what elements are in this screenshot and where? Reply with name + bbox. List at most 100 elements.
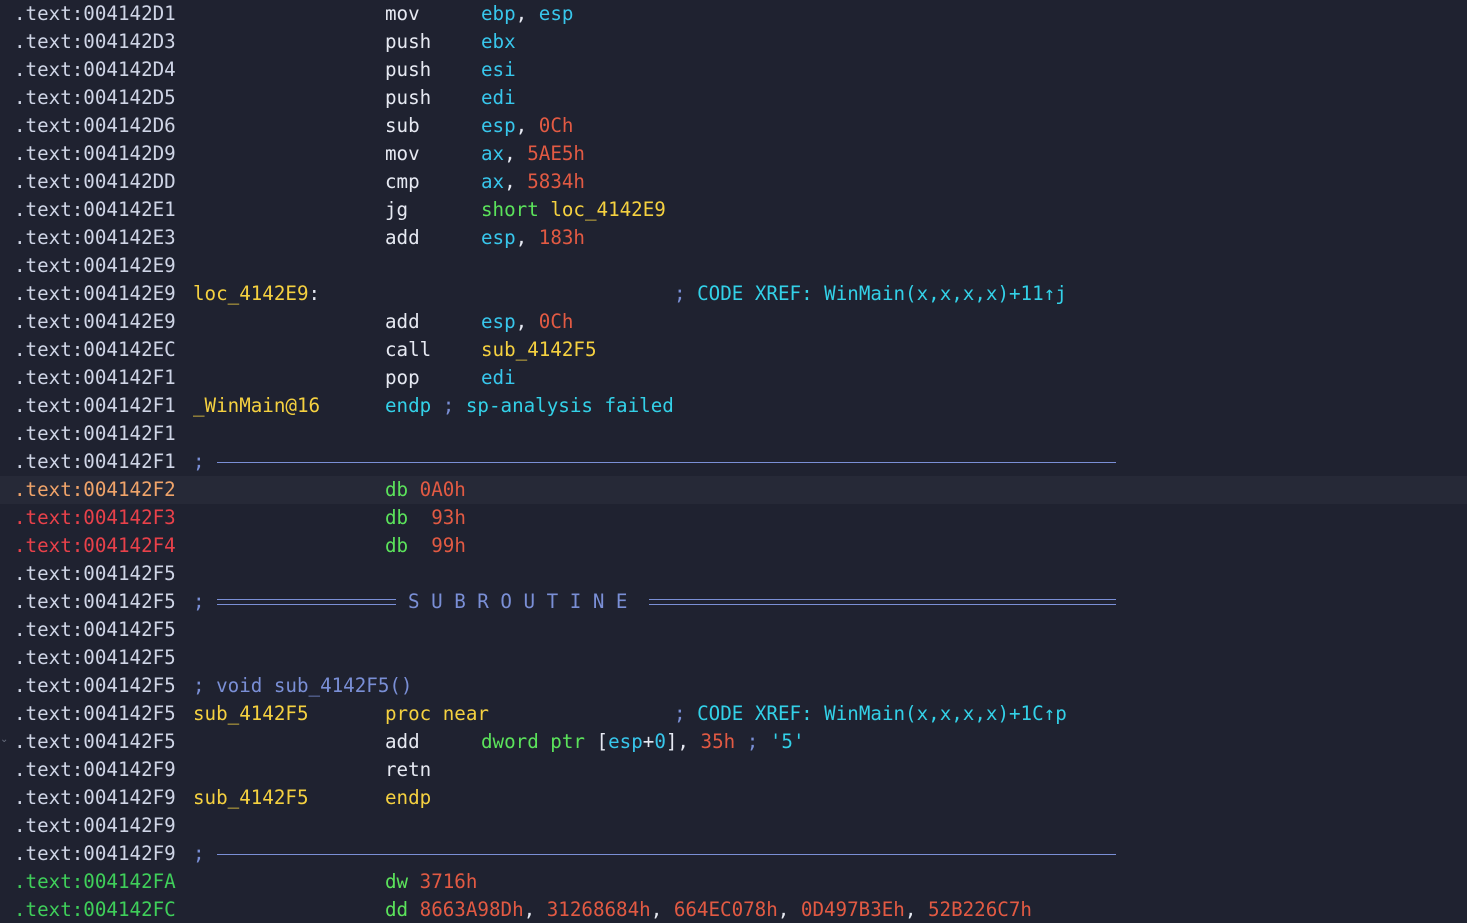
instruction-operands[interactable]: ax, 5834h <box>481 168 585 196</box>
token[interactable]: dword ptr <box>481 730 597 753</box>
token[interactable]: , <box>504 170 527 193</box>
token[interactable]: ; <box>674 282 697 305</box>
listing-line[interactable]: .text:004142D5 push edi <box>0 84 1467 112</box>
token[interactable]: , <box>516 310 539 333</box>
listing-line[interactable]: .text:004142F1 pop edi <box>0 364 1467 392</box>
listing-line[interactable]: .text:004142F9 retn <box>0 756 1467 784</box>
instruction-mnemonic[interactable]: add <box>385 728 420 756</box>
token[interactable]: 0D497B3Eh <box>801 898 905 921</box>
instruction-operands[interactable]: ebx <box>481 28 516 56</box>
token[interactable]: ebp <box>481 2 516 25</box>
token[interactable]: short <box>481 198 550 221</box>
listing-line[interactable]: .text:004142DD cmp ax, 5834h <box>0 168 1467 196</box>
instruction-mnemonic[interactable]: retn <box>385 756 431 784</box>
listing-line[interactable]: .text:004142F5; S U B R O U T I N E <box>0 588 1467 616</box>
token[interactable]: 664EC078h <box>674 898 778 921</box>
line-name[interactable]: ; void sub_4142F5() <box>193 672 413 700</box>
token[interactable]: 183h <box>539 226 585 249</box>
token[interactable]: sp-analysis failed <box>466 394 674 417</box>
token[interactable]: '5' <box>770 730 805 753</box>
token[interactable]: ], <box>666 730 701 753</box>
token[interactable]: esp <box>481 114 516 137</box>
line-address[interactable]: .text:004142D9 <box>14 140 176 168</box>
token[interactable]: endp <box>385 394 443 417</box>
instruction-mnemonic[interactable]: push <box>385 56 431 84</box>
instruction-directive[interactable]: proc near <box>385 700 489 728</box>
instruction-directive[interactable]: db 0A0h <box>385 476 466 504</box>
listing-line[interactable]: .text:004142F5 <box>0 560 1467 588</box>
chevron-down-icon[interactable]: ⌄ <box>0 735 8 745</box>
token[interactable]: , <box>504 142 527 165</box>
token[interactable]: , <box>651 898 674 921</box>
line-address[interactable]: .text:004142E9 <box>14 308 176 336</box>
token[interactable]: 8663A98Dh <box>420 898 524 921</box>
instruction-mnemonic[interactable]: pop <box>385 364 420 392</box>
token[interactable]: sub_4142F5 <box>193 702 309 725</box>
token[interactable]: loc_4142E9 <box>193 282 309 305</box>
instruction-mnemonic[interactable]: mov <box>385 140 420 168</box>
instruction-mnemonic[interactable]: add <box>385 224 420 252</box>
token[interactable]: db <box>385 506 431 529</box>
token[interactable]: , <box>516 2 539 25</box>
token[interactable]: esp <box>608 730 643 753</box>
token[interactable]: dd <box>385 898 420 921</box>
instruction-mnemonic[interactable]: cmp <box>385 168 420 196</box>
instruction-directive[interactable]: db 99h <box>385 532 466 560</box>
listing-line[interactable]: .text:004142F1 _WinMain@16 endp ; sp-analy… <box>0 392 1467 420</box>
token[interactable]: 52B226C7h <box>928 898 1032 921</box>
line-address[interactable]: .text:004142F1 <box>14 420 176 448</box>
token[interactable]: 31268684h <box>547 898 651 921</box>
token[interactable]: esp <box>481 226 516 249</box>
line-address[interactable]: .text:004142E9 <box>14 280 176 308</box>
token[interactable]: 0Ch <box>539 310 574 333</box>
token[interactable]: proc near <box>385 702 489 725</box>
listing-line[interactable]: .text:004142F3 db 93h <box>0 504 1467 532</box>
token[interactable]: endp <box>385 786 431 809</box>
line-address[interactable]: .text:004142E3 <box>14 224 176 252</box>
xref-comment[interactable]: ; CODE XREF: WinMain(x,x,x,x)+1C↑p <box>674 700 1067 728</box>
line-address[interactable]: .text:004142F5 <box>14 616 176 644</box>
instruction-directive[interactable]: db 93h <box>385 504 466 532</box>
listing-line[interactable]: .text:004142E9 loc_4142E9:; CODE XREF: Wi… <box>0 280 1467 308</box>
line-address[interactable]: .text:004142F5 <box>14 560 176 588</box>
token[interactable]: esp <box>481 310 516 333</box>
listing-line[interactable]: .text:004142D6 sub esp, 0Ch <box>0 112 1467 140</box>
instruction-operands[interactable]: short loc_4142E9 <box>481 196 666 224</box>
token[interactable]: esp <box>539 2 574 25</box>
token[interactable]: sub_4142F5 <box>193 786 309 809</box>
listing-line[interactable]: .text:004142F9; <box>0 840 1467 868</box>
instruction-mnemonic[interactable]: add <box>385 308 420 336</box>
token[interactable]: , <box>516 114 539 137</box>
listing-line[interactable]: .text:004142F5 sub_4142F5 proc near; CODE … <box>0 700 1467 728</box>
line-address[interactable]: .text:004142F1 <box>14 364 176 392</box>
instruction-operands[interactable]: esp, 183h <box>481 224 585 252</box>
listing-line[interactable]: .text:004142F1 <box>0 420 1467 448</box>
token[interactable]: edi <box>481 86 516 109</box>
token[interactable]: db <box>385 534 431 557</box>
line-address[interactable]: .text:004142F1 <box>14 448 176 476</box>
token[interactable]: sub_4142F5 <box>481 338 597 361</box>
token[interactable]: _WinMain@16 <box>193 394 320 417</box>
token[interactable]: ; void sub_4142F5() <box>193 674 413 697</box>
line-address[interactable]: .text:004142D6 <box>14 112 176 140</box>
listing-line[interactable]: .text:004142F5 <box>0 616 1467 644</box>
line-name[interactable]: _WinMain@16 <box>193 392 320 420</box>
token[interactable]: 35h <box>701 730 736 753</box>
listing-line[interactable]: .text:004142FA dw 3716h <box>0 868 1467 896</box>
line-address[interactable]: .text:004142F5 <box>14 728 176 756</box>
token[interactable]: [ <box>597 730 609 753</box>
line-address[interactable]: .text:004142F5 <box>14 644 176 672</box>
listing-line[interactable]: .text:004142F9 <box>0 812 1467 840</box>
line-address[interactable]: .text:004142DD <box>14 168 176 196</box>
token[interactable]: ebx <box>481 30 516 53</box>
line-address[interactable]: .text:004142F3 <box>14 504 176 532</box>
listing-line[interactable]: .text:004142E9 add esp, 0Ch <box>0 308 1467 336</box>
line-address[interactable]: .text:004142F9 <box>14 840 176 868</box>
token[interactable]: dw <box>385 870 420 893</box>
token[interactable]: 99h <box>431 534 466 557</box>
instruction-operands[interactable]: ax, 5AE5h <box>481 140 585 168</box>
token[interactable]: ax <box>481 142 504 165</box>
line-name[interactable]: sub_4142F5 <box>193 784 309 812</box>
token[interactable]: 0 <box>654 730 666 753</box>
listing-line[interactable]: .text:004142F4 db 99h <box>0 532 1467 560</box>
